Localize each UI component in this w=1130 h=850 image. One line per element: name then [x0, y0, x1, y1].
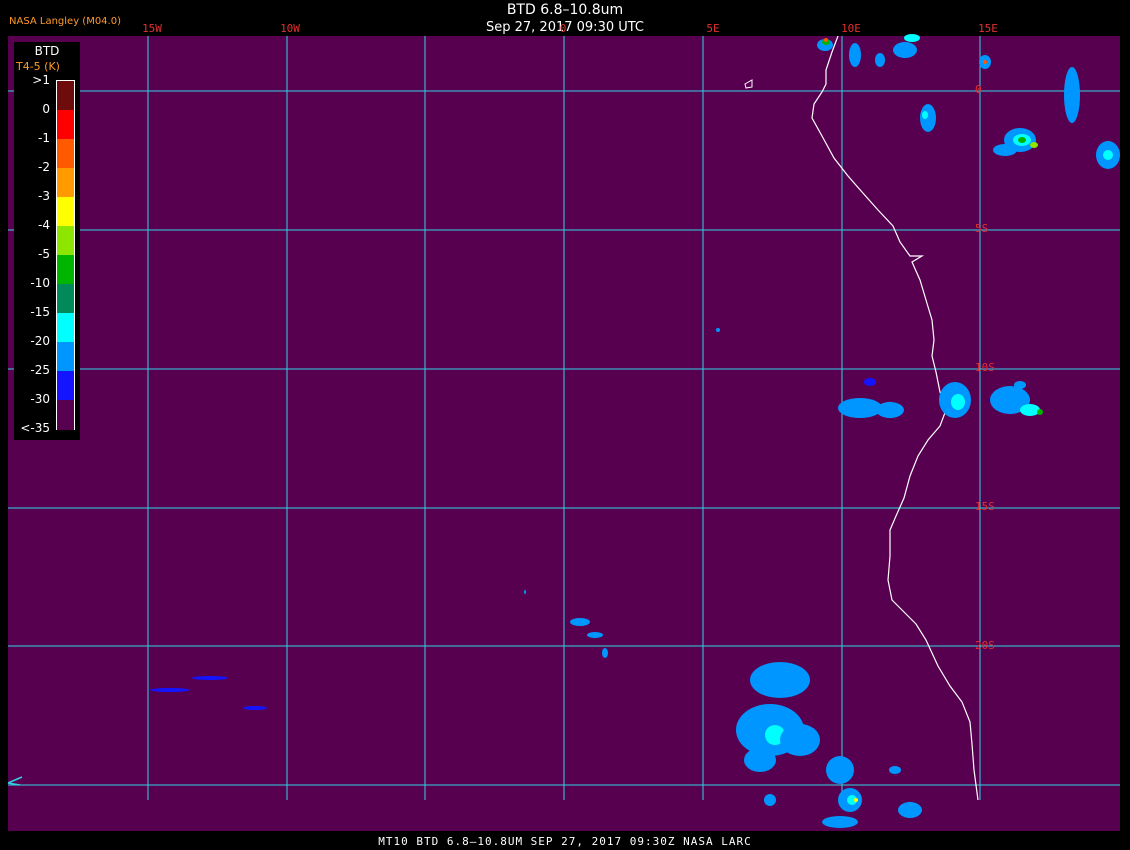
cloud-blob	[993, 144, 1017, 156]
lon-label-5e: 5E	[706, 22, 720, 35]
cloud-blob	[1018, 137, 1026, 143]
legend-swatch	[57, 110, 74, 140]
cloud-blob	[920, 104, 936, 132]
lat-label-10s: 10S	[975, 361, 995, 374]
cloud-blob	[243, 706, 267, 710]
lat-label-15s: 15S	[975, 500, 995, 513]
cloud-blob	[744, 748, 776, 772]
cloud-blob	[983, 60, 987, 64]
lon-label-0: 0	[559, 22, 567, 35]
legend-tick-label: -2	[38, 160, 50, 174]
lon-label-10e: 10E	[841, 22, 861, 35]
legend-swatch	[57, 226, 74, 256]
legend-swatch	[57, 81, 74, 111]
legend-tick-label: -20	[30, 334, 50, 348]
legend-color-bar	[56, 80, 75, 430]
legend-tick-label: 0	[42, 102, 50, 116]
legend-swatch	[57, 197, 74, 227]
cloud-blob	[716, 328, 720, 332]
cloud-blob	[876, 402, 904, 418]
cloud-blob	[822, 816, 858, 828]
cloud-blob	[780, 724, 820, 756]
cloud-blob	[570, 618, 590, 626]
legend-swatch	[57, 284, 74, 314]
cloud-blob	[587, 632, 603, 638]
legend-tick-label: >1	[32, 73, 50, 87]
product-title: BTD 6.8–10.8um	[506, 2, 624, 18]
cloud-blob	[824, 38, 828, 42]
cloud-blob	[1030, 142, 1038, 148]
cloud-blob	[750, 662, 810, 698]
legend-title: BTD	[34, 44, 60, 58]
cloud-blob	[602, 648, 608, 658]
cloud-blob	[1020, 404, 1040, 416]
cloud-blob	[849, 43, 861, 67]
cloud-blob	[826, 756, 854, 784]
cloud-blob	[864, 378, 876, 386]
image-footer: MT10 BTD 6.8–10.8UM SEP 27, 2017 09:30Z …	[378, 835, 752, 848]
lat-label-0: 0	[975, 83, 982, 96]
legend-tick-label: -15	[30, 305, 50, 319]
cloud-blob	[1037, 409, 1043, 415]
lon-label-10w: 10W	[280, 22, 300, 35]
cloud-blob	[524, 590, 526, 594]
cloud-blob	[854, 798, 858, 802]
lon-label-15e: 15E	[978, 22, 998, 35]
lon-label-15w: 15W	[142, 22, 162, 35]
legend-tick-label: -3	[38, 189, 50, 203]
legend-swatch	[57, 400, 74, 430]
cloud-blob	[1103, 150, 1113, 160]
lat-label-20s: 20S	[975, 639, 995, 652]
satellite-image-viewer: NASA Langley (M04.0) BTD 6.8–10.8um Sep …	[0, 0, 1130, 850]
legend-tick-label: -4	[38, 218, 50, 232]
lat-label-5s: 5S	[975, 222, 989, 235]
cloud-blob	[951, 394, 965, 410]
legend-tick-label: -25	[30, 363, 50, 377]
legend-tick-label: <-35	[20, 421, 50, 435]
legend-tick-label: -10	[30, 276, 50, 290]
cloud-blob	[898, 802, 922, 818]
cloud-blob	[875, 53, 885, 67]
legend-units: T4-5 (K)	[16, 60, 60, 73]
cloud-blob	[889, 766, 901, 774]
cloud-blob	[838, 398, 882, 418]
cloud-blob	[1014, 381, 1026, 389]
legend-tick-label: -1	[38, 131, 50, 145]
legend-tick-label: -30	[30, 392, 50, 406]
legend-swatch	[57, 313, 74, 343]
legend-swatch	[57, 255, 74, 285]
cloud-blob	[150, 688, 190, 692]
cloud-blob	[1064, 67, 1080, 123]
cloud-blob	[922, 111, 928, 119]
legend-tick-label: -5	[38, 247, 50, 261]
legend-swatch	[57, 168, 74, 198]
cloud-blob	[764, 794, 776, 806]
cloud-blob	[192, 676, 228, 680]
legend-swatch	[57, 371, 74, 401]
color-legend: BTD T4-5 (K) >1 0 -1 -2 -3 -4 -5 -10 -15 -20 -25 -3…	[14, 42, 80, 440]
cloud-blob	[893, 42, 917, 58]
legend-swatch	[57, 139, 74, 169]
legend-swatch	[57, 342, 74, 372]
map-canvas[interactable]	[0, 0, 1130, 850]
